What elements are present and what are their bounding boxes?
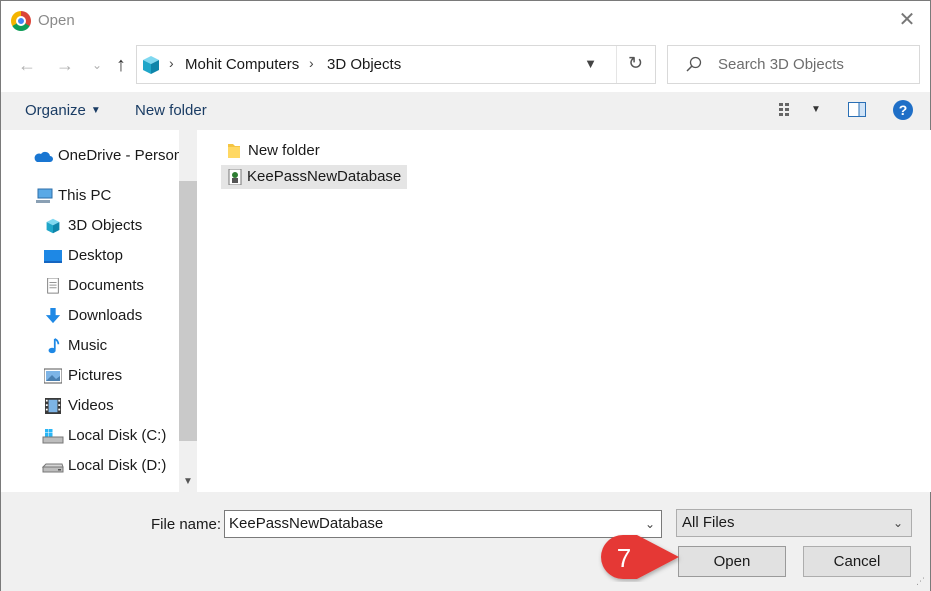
nav-item-local-disk-c[interactable]: Local Disk (C:) [1, 422, 179, 450]
cancel-button[interactable]: Cancel [803, 546, 911, 577]
preview-pane-icon[interactable] [848, 102, 866, 117]
nav-item-label: Videos [68, 397, 114, 414]
videos-icon [45, 398, 61, 414]
chevron-right-icon: › [309, 55, 314, 71]
nav-item-label: Documents [68, 277, 144, 294]
keepass-file-icon [228, 169, 242, 185]
search-input[interactable]: Search 3D Objects [667, 45, 920, 84]
nav-item-label: Local Disk (D:) [68, 457, 167, 474]
desktop-icon [44, 250, 62, 263]
nav-item-pictures[interactable]: Pictures [1, 362, 179, 390]
nav-item-label: This PC [58, 187, 112, 204]
nav-item-3d-objects[interactable]: 3D Objects [1, 212, 179, 240]
chrome-icon [11, 11, 31, 31]
nav-item-label: Pictures [68, 367, 123, 384]
nav-item-local-disk-d[interactable]: Local Disk (D:) [1, 452, 179, 480]
close-icon[interactable]: ✕ [896, 9, 918, 31]
refresh-icon[interactable]: ↻ [628, 53, 643, 74]
step-callout: 7 [601, 535, 679, 579]
search-icon [686, 56, 702, 72]
download-icon [45, 308, 61, 324]
folder-icon [228, 144, 240, 158]
chevron-down-icon[interactable]: ▼ [584, 56, 597, 71]
onedrive-icon [34, 151, 53, 162]
nav-item-label: Music [68, 337, 108, 354]
nav-item-this-pc[interactable]: This PC [1, 182, 179, 210]
list-item-new-folder[interactable]: New folder [222, 139, 326, 163]
navigation-pane: OneDrive - Person This PC 3D Objects Des… [1, 130, 199, 492]
help-icon[interactable]: ? [893, 100, 913, 120]
pictures-icon [44, 368, 62, 384]
organize-button[interactable]: Organize ▼ [25, 102, 101, 119]
filename-label: File name: [151, 516, 222, 533]
file-list: New folder KeePassNewDatabase [199, 130, 931, 492]
documents-icon [47, 278, 59, 294]
bottom-bar [1, 492, 930, 591]
filetype-select[interactable]: All Files ⌄ [676, 509, 912, 537]
drive-d-icon [42, 463, 64, 473]
music-icon [48, 338, 60, 354]
up-arrow-icon[interactable]: ↑ [109, 53, 133, 77]
filetype-value: All Files [682, 514, 735, 531]
nav-item-desktop[interactable]: Desktop [1, 242, 179, 270]
caret-down-icon: ▼ [90, 105, 101, 116]
nav-item-label: Local Disk (C:) [68, 427, 167, 444]
window-title: Open [38, 12, 75, 29]
resize-grip-icon[interactable]: ⋰ [916, 576, 926, 586]
divider [616, 46, 617, 83]
file-name: KeePassNewDatabase [247, 168, 402, 185]
recent-chevron-down-icon[interactable]: ⌄ [85, 53, 109, 77]
file-name: New folder [248, 142, 320, 159]
new-folder-button[interactable]: New folder [135, 102, 207, 119]
back-arrow-icon[interactable]: ← [15, 53, 39, 77]
open-dialog: Open ✕ ← → ⌄ ↑ › Mohit Computers › 3D Ob… [0, 0, 931, 591]
nav-item-label: Desktop [68, 247, 124, 264]
breadcrumb-mohit-computers[interactable]: Mohit Computers [185, 56, 299, 73]
nav-item-label: 3D Objects [68, 217, 143, 234]
pc-icon [36, 188, 53, 203]
view-caret-down-icon[interactable]: ▼ [811, 104, 821, 115]
cube-icon [46, 218, 60, 234]
search-placeholder: Search 3D Objects [718, 56, 844, 73]
cube-icon [143, 56, 159, 74]
open-button[interactable]: Open [678, 546, 786, 577]
nav-item-videos[interactable]: Videos [1, 392, 179, 420]
organize-label: Organize [25, 102, 86, 119]
forward-arrow-icon[interactable]: → [53, 53, 77, 77]
nav-item-label: OneDrive - Person [58, 147, 179, 164]
drive-c-icon [42, 429, 64, 444]
nav-item-onedrive[interactable]: OneDrive - Person [1, 142, 179, 170]
nav-scrollbar-thumb[interactable] [179, 181, 197, 441]
callout-step-number: 7 [617, 543, 631, 573]
filename-value: KeePassNewDatabase [229, 515, 384, 532]
nav-item-documents[interactable]: Documents [1, 272, 179, 300]
scroll-down-arrow-icon[interactable]: ▼ [179, 473, 197, 491]
list-item-keepass-database[interactable]: KeePassNewDatabase [221, 165, 408, 189]
nav-item-downloads[interactable]: Downloads [1, 302, 179, 330]
nav-item-label: Downloads [68, 307, 143, 324]
title-bar: Open ✕ [1, 1, 930, 41]
breadcrumb-3d-objects[interactable]: 3D Objects [327, 56, 401, 73]
nav-item-music[interactable]: Music [1, 332, 179, 360]
callout-shape [601, 535, 679, 579]
chevron-right-icon: › [169, 55, 174, 71]
chevron-down-icon[interactable]: ⌄ [893, 510, 903, 536]
view-options-icon[interactable] [779, 102, 797, 118]
address-bar[interactable]: › Mohit Computers › 3D Objects ▼ ↻ [136, 45, 656, 84]
